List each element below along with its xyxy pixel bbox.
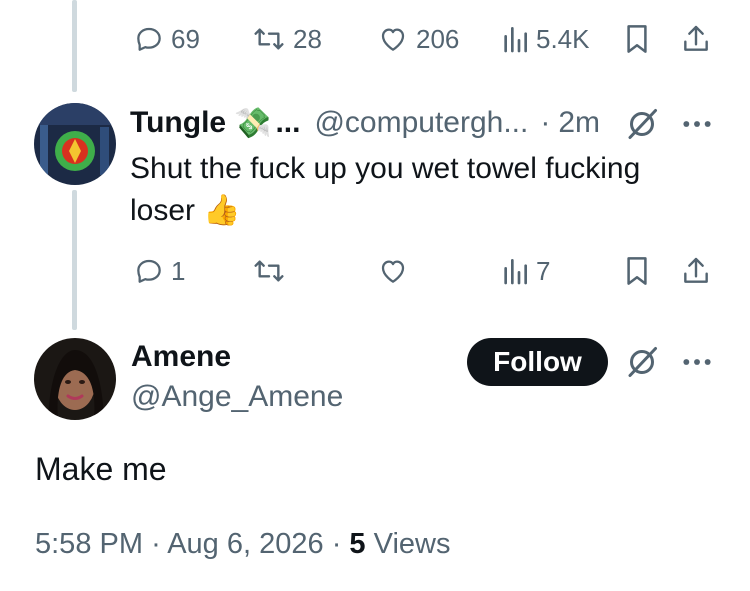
like-icon <box>381 28 405 51</box>
reply-button[interactable]: 69 <box>133 19 200 59</box>
separator-dot: · <box>540 106 551 139</box>
views-icon <box>504 27 528 53</box>
amene-avatar-image <box>34 338 116 420</box>
views-count: 5.4K <box>536 23 590 54</box>
money-emoji: 💸 <box>234 106 272 140</box>
repost-button[interactable]: 28 <box>251 19 322 59</box>
views-button[interactable]: 5.4K <box>500 19 590 59</box>
views-count: 5 <box>349 528 366 560</box>
more-icon <box>683 359 711 365</box>
name-ellipsis: ... <box>275 106 301 139</box>
views-icon <box>504 259 528 285</box>
share-icon <box>684 25 708 51</box>
tweet-time[interactable]: 2m <box>558 106 600 140</box>
bookmark-icon <box>627 257 647 285</box>
author-handle[interactable]: @computergh... <box>314 106 528 140</box>
like-button[interactable] <box>376 251 410 291</box>
author-name[interactable]: Amene <box>131 340 231 374</box>
tweet-time[interactable]: 5:58 PM <box>35 528 143 560</box>
more-button[interactable] <box>681 348 713 381</box>
bookmark-button[interactable] <box>623 251 651 291</box>
grok-icon <box>628 109 657 139</box>
share-button[interactable] <box>680 251 712 291</box>
reply-count: 1 <box>171 255 186 286</box>
bookmark-icon <box>627 25 647 53</box>
share-button[interactable] <box>680 19 712 59</box>
repost-count: 28 <box>293 23 322 54</box>
reply-tweet-text: Shut the fuck up you wet towel fucking l… <box>130 148 690 232</box>
thumbs-up-emoji: 👍 <box>203 194 241 227</box>
separator-dot: · <box>331 528 342 560</box>
avatar-amene[interactable] <box>34 338 116 420</box>
repost-icon <box>254 260 284 282</box>
tungle-avatar-image <box>34 103 116 185</box>
author-name[interactable]: Tungle <box>130 106 226 140</box>
author-handle[interactable]: @Ange_Amene <box>131 380 343 414</box>
reply-action-bar: 1 7 <box>0 251 750 291</box>
more-button[interactable] <box>681 110 713 143</box>
top-action-bar: 69 28 206 5.4K <box>0 19 750 59</box>
grok-button[interactable] <box>624 344 660 385</box>
views-label: Views <box>373 528 451 560</box>
grok-button[interactable] <box>624 106 660 147</box>
reply-icon <box>137 259 161 283</box>
reply-icon <box>137 27 161 51</box>
main-tweet-text: Make me <box>35 451 167 487</box>
like-button[interactable]: 206 <box>376 19 459 59</box>
like-count: 206 <box>416 23 460 54</box>
like-icon <box>381 260 405 283</box>
follow-button[interactable]: Follow <box>467 338 608 386</box>
more-icon <box>683 121 711 127</box>
reply-count: 69 <box>171 23 200 54</box>
reply-tweet-header: Tungle 💸 ... @computergh... · 2m <box>130 103 600 143</box>
reply-button[interactable]: 1 <box>133 251 185 291</box>
views-button[interactable]: 7 <box>500 251 550 291</box>
bookmark-button[interactable] <box>623 19 651 59</box>
separator-dot: · <box>151 528 161 560</box>
grok-icon <box>628 347 657 377</box>
tweet-meta: 5:58 PM · Aug 6, 2026 · 5 Views <box>35 528 450 561</box>
avatar-tungle[interactable] <box>34 103 116 185</box>
views-count: 7 <box>536 255 551 286</box>
share-icon <box>684 257 708 283</box>
repost-icon <box>254 28 284 50</box>
repost-button[interactable] <box>251 251 287 291</box>
tweet-date[interactable]: Aug 6, 2026 <box>167 528 323 560</box>
